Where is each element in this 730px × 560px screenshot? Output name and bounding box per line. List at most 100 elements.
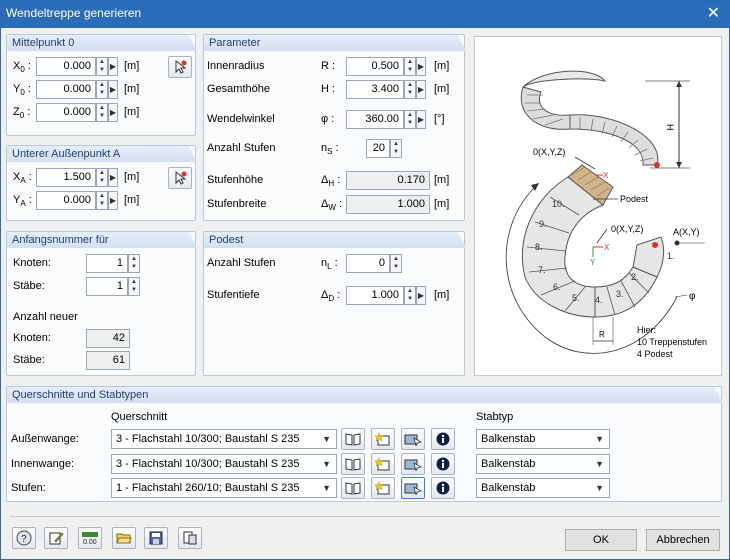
pick-section-icon	[404, 434, 422, 446]
wendelwinkel-input[interactable]: 360.00	[346, 110, 404, 129]
z0-input[interactable]: 0.000	[36, 103, 96, 122]
anzahl-stufen-label: Anzahl Stufen	[207, 142, 276, 154]
aussenwange-stabtyp-select[interactable]: Balkenstab ▼	[476, 429, 610, 449]
label-R: R	[599, 330, 605, 339]
group-title: Anfangsnummer für	[7, 232, 197, 248]
label-A: A(X,Y)	[673, 227, 700, 237]
ya-spinner[interactable]: ▲ ▼	[96, 191, 108, 210]
ya-menu-button[interactable]: ▶	[108, 191, 118, 210]
step-4: 4.	[595, 295, 603, 305]
info-icon	[436, 481, 450, 495]
group-aussenpunkt: Unterer Außenpunkt A XA : 1.500 ▲ ▼ ▶ [m]…	[6, 145, 196, 221]
new-section-button[interactable]	[371, 477, 395, 499]
step-5: 5.	[572, 293, 580, 303]
xa-input[interactable]: 1.500	[36, 168, 96, 187]
stufentiefe-input[interactable]: 1.000	[346, 286, 404, 305]
gesamthoehe-menu-button[interactable]: ▶	[416, 80, 426, 99]
anzahl-stufen-symbol: nS :	[321, 142, 339, 157]
stufentiefe-spinner[interactable]: ▲ ▼	[404, 286, 416, 305]
label-phi: φ	[689, 291, 696, 302]
label-o-top: 0(X,Y,Z)	[533, 147, 565, 157]
neu-staebe-label: Stäbe:	[13, 354, 45, 366]
pick-section-button[interactable]	[401, 428, 425, 450]
staebe-start-spinner[interactable]: ▲ ▼	[128, 277, 140, 296]
new-section-button[interactable]	[371, 428, 395, 450]
podest-anzahl-symbol: nL :	[321, 257, 338, 272]
wendelwinkel-spinner[interactable]: ▲ ▼	[404, 110, 416, 129]
knoten-start-spinner[interactable]: ▲ ▼	[128, 254, 140, 273]
anzahl-stufen-input[interactable]: 20	[366, 139, 390, 158]
info-button[interactable]	[431, 453, 455, 475]
pick-point-button[interactable]	[168, 56, 192, 78]
library-button[interactable]	[341, 453, 365, 475]
units-button[interactable]: 0.00	[78, 527, 102, 549]
step-9: 9.	[539, 219, 547, 229]
save-button[interactable]	[144, 527, 168, 549]
info-button[interactable]	[431, 428, 455, 450]
pick-point-a-button[interactable]	[168, 167, 192, 189]
innenradius-input[interactable]: 0.500	[346, 57, 404, 76]
pick-cursor-icon	[175, 170, 187, 185]
xa-menu-button[interactable]: ▶	[108, 168, 118, 187]
group-title: Unterer Außenpunkt A	[7, 146, 197, 162]
knoten-start-input[interactable]: 1	[86, 254, 128, 273]
group-mittelpunkt: Mittelpunkt 0 X0 : 0.000 ▲ ▼ ▶ [m] Y0 : 0…	[6, 34, 196, 136]
aussenwange-querschnitt-select[interactable]: 3 - Flachstahl 10/300; Baustahl S 235 ▼	[111, 429, 337, 449]
pick-section-button[interactable]	[401, 477, 425, 499]
neu-knoten-value: 42	[86, 329, 130, 348]
staebe-start-input[interactable]: 1	[86, 277, 128, 296]
wendelwinkel-menu-button[interactable]: ▶	[416, 110, 426, 129]
open-button[interactable]	[112, 527, 136, 549]
group-parameter: Parameter Innenradius R : 0.500 ▲ ▼ ▶ [m]…	[203, 34, 465, 221]
stufenbreite-unit: [m]	[434, 198, 450, 210]
z0-menu-button[interactable]: ▶	[108, 103, 118, 122]
anzahl-stufen-spinner[interactable]: ▲ ▼	[390, 139, 402, 158]
x0-menu-button[interactable]: ▶	[108, 57, 118, 76]
podest-anzahl-input[interactable]: 0	[346, 254, 390, 273]
innenradius-symbol: R :	[321, 60, 336, 72]
stufenbreite-symbol: ΔW :	[321, 198, 343, 213]
innenwange-stabtyp-select[interactable]: Balkenstab ▼	[476, 454, 610, 474]
new-section-icon	[375, 481, 390, 495]
book-icon	[345, 458, 361, 471]
stufen-stabtyp-select[interactable]: Balkenstab ▼	[476, 478, 610, 498]
export-button[interactable]	[178, 527, 202, 549]
z0-spinner[interactable]: ▲ ▼	[96, 103, 108, 122]
library-button[interactable]	[341, 477, 365, 499]
window-title: Wendeltreppe generieren	[6, 6, 142, 20]
anzahl-neuer-label: Anzahl neuer	[13, 311, 78, 323]
edit-button[interactable]	[44, 527, 68, 549]
info-button[interactable]	[431, 477, 455, 499]
stufen-querschnitt-select[interactable]: 1 - Flachstahl 260/10; Baustahl S 235 ▼	[111, 478, 337, 498]
innenwange-label: Innenwange:	[11, 458, 74, 470]
stufentiefe-menu-button[interactable]: ▶	[416, 286, 426, 305]
ya-label: YA :	[13, 194, 32, 209]
chevron-down-icon: ▼	[595, 483, 604, 493]
xa-spinner[interactable]: ▲ ▼	[96, 168, 108, 187]
y0-spinner[interactable]: ▲ ▼	[96, 80, 108, 99]
x0-input[interactable]: 0.000	[36, 57, 96, 76]
help-button[interactable]: ?	[12, 527, 36, 549]
close-icon[interactable]: ✕	[707, 3, 720, 23]
innenwange-querschnitt-select[interactable]: 3 - Flachstahl 10/300; Baustahl S 235 ▼	[111, 454, 337, 474]
innenradius-menu-button[interactable]: ▶	[416, 57, 426, 76]
y0-menu-button[interactable]: ▶	[108, 80, 118, 99]
ya-input[interactable]: 0.000	[36, 191, 96, 210]
gesamthoehe-input[interactable]: 3.400	[346, 80, 404, 99]
step-2: 2.	[631, 272, 639, 282]
x0-spinner[interactable]: ▲ ▼	[96, 57, 108, 76]
podest-anzahl-spinner[interactable]: ▲ ▼	[390, 254, 402, 273]
ok-button[interactable]: OK	[565, 529, 637, 551]
group-title: Mittelpunkt 0	[7, 35, 197, 51]
gesamthoehe-spinner[interactable]: ▲ ▼	[404, 80, 416, 99]
cancel-button[interactable]: Abbrechen	[646, 529, 720, 551]
chevron-down-icon: ▼	[595, 459, 604, 469]
new-section-button[interactable]	[371, 453, 395, 475]
library-button[interactable]	[341, 428, 365, 450]
pick-section-button[interactable]	[401, 453, 425, 475]
innenradius-spinner[interactable]: ▲ ▼	[404, 57, 416, 76]
svg-text:X: X	[604, 243, 610, 252]
step-6: 6.	[553, 282, 561, 292]
y0-input[interactable]: 0.000	[36, 80, 96, 99]
stufenhoehe-value: 0.170	[346, 171, 430, 190]
